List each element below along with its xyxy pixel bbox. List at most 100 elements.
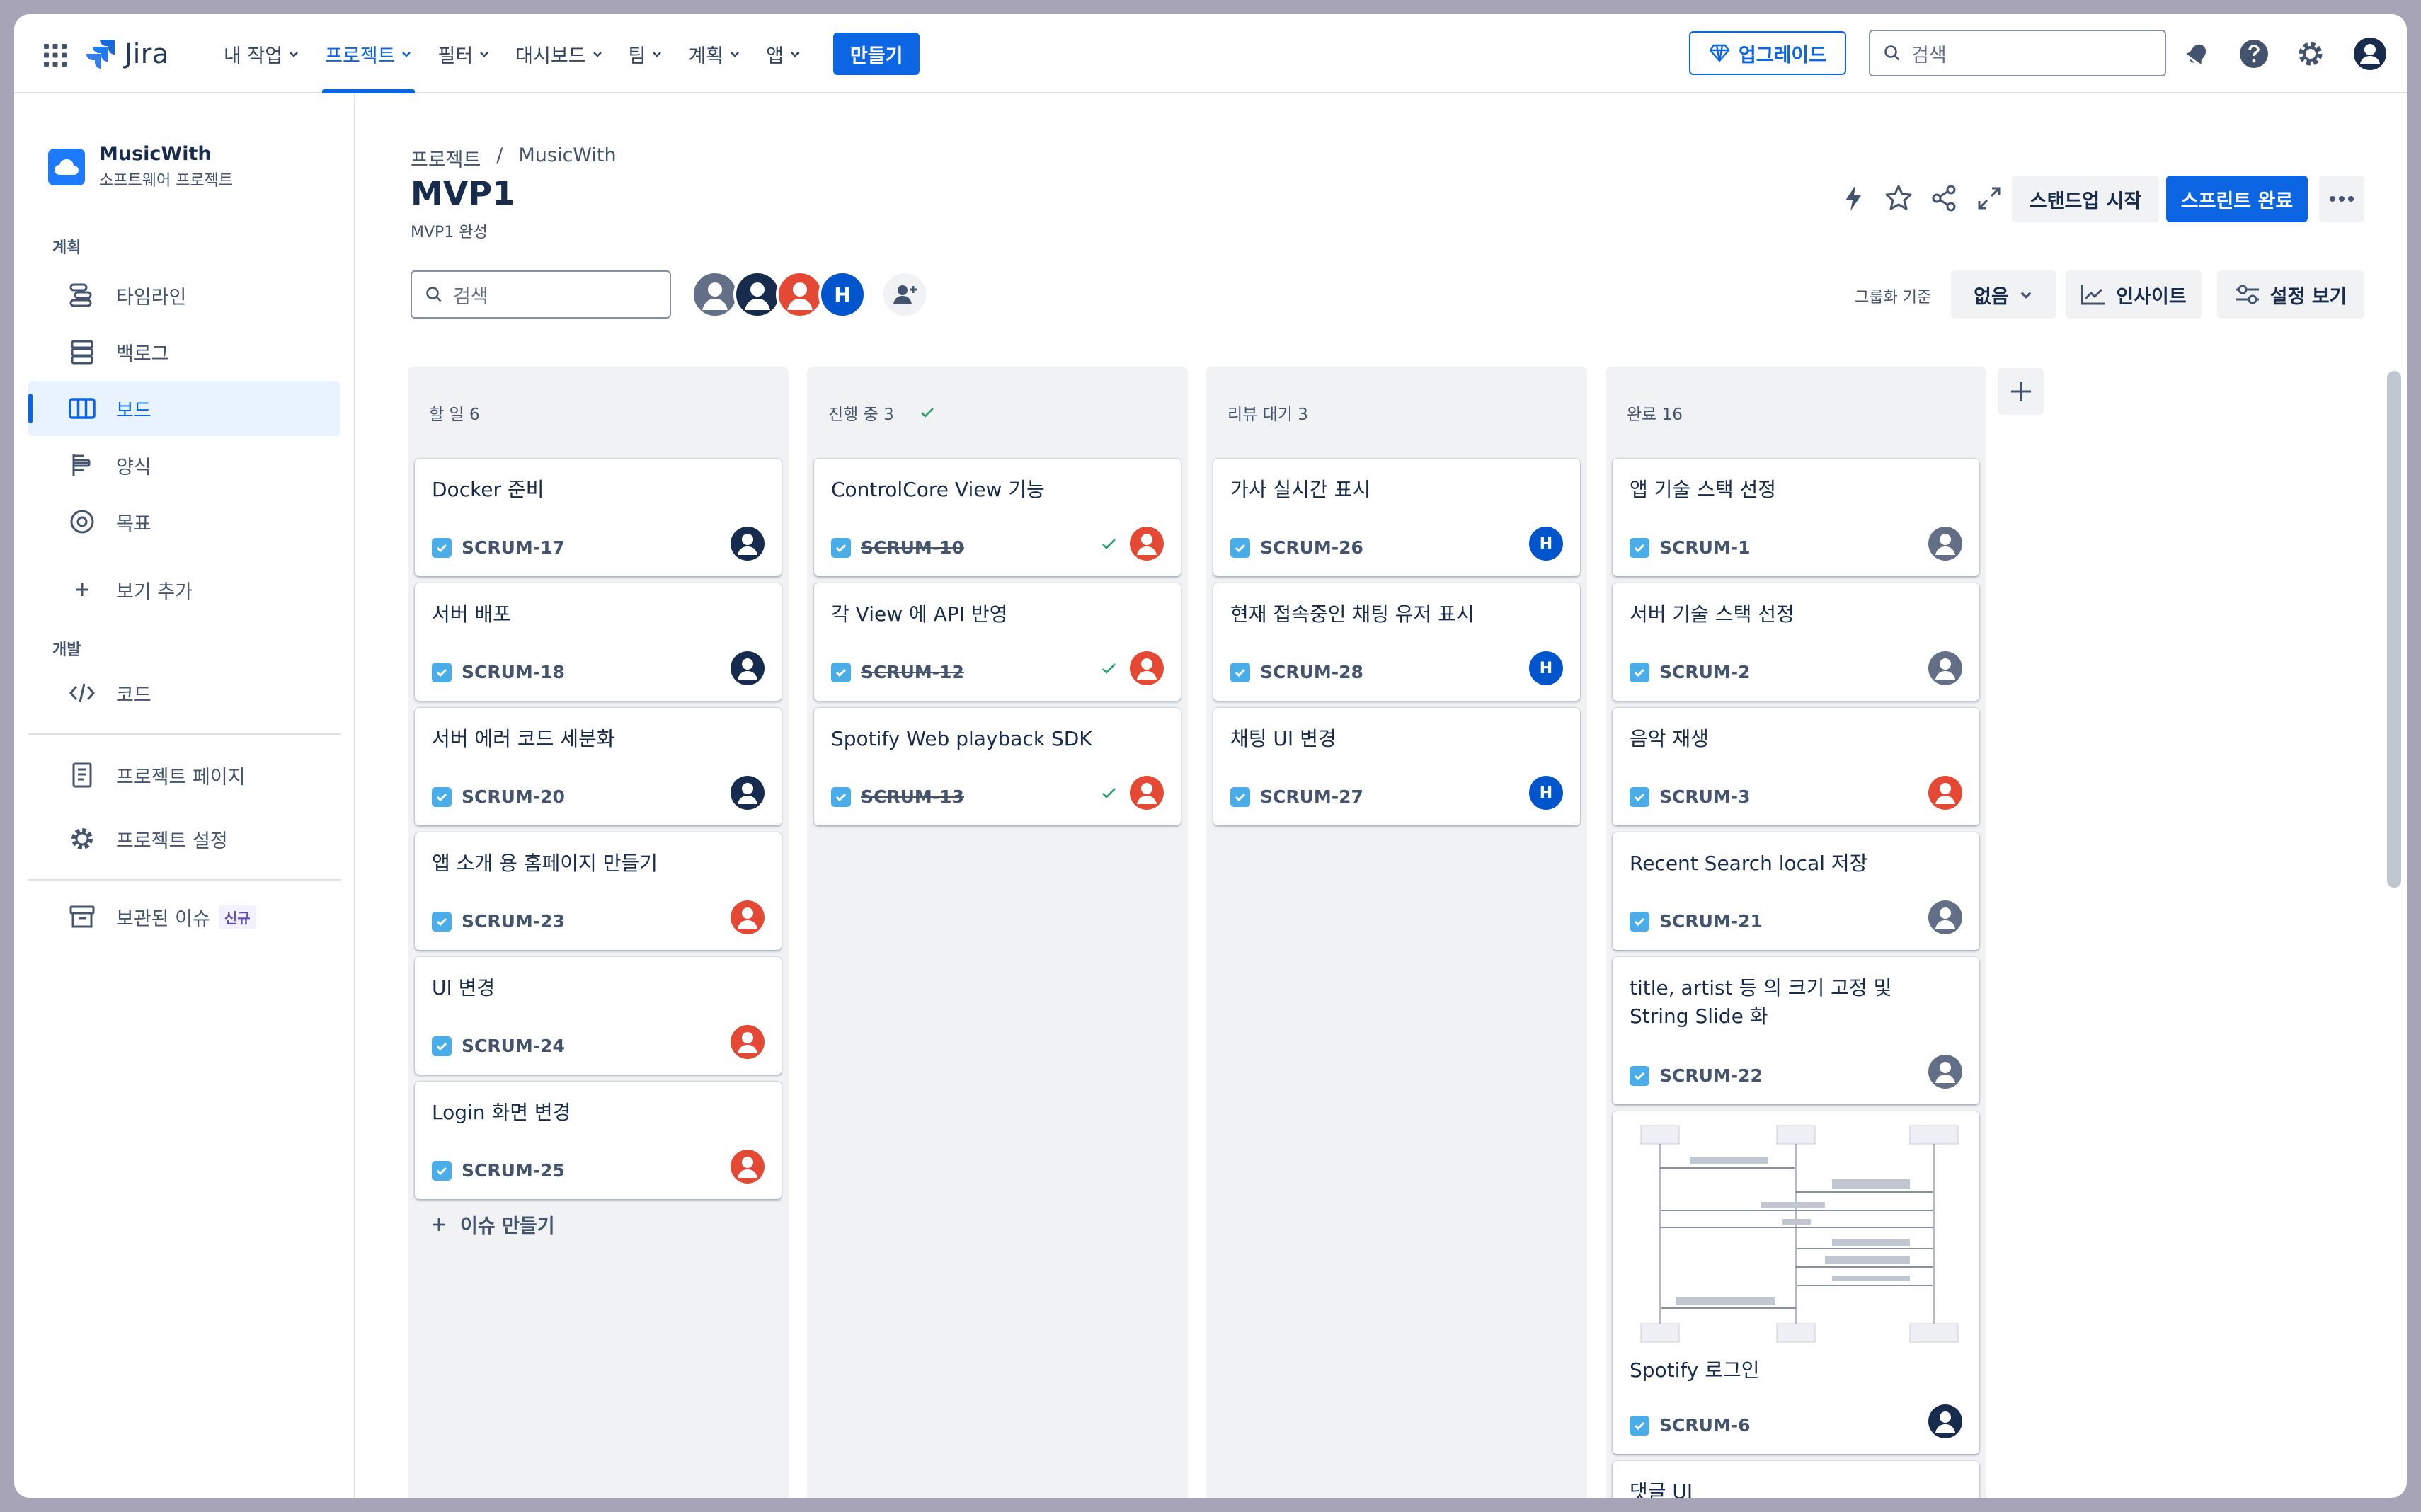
breadcrumb-projects-link[interactable]: 프로젝트 xyxy=(411,144,481,172)
issue-card[interactable]: 서버 에러 코드 세분화 SCRUM-20 xyxy=(415,708,782,825)
assignee-avatar[interactable] xyxy=(1130,776,1164,810)
assignee-avatar[interactable]: H xyxy=(1529,651,1563,685)
menu-my-work[interactable]: 내 작업 xyxy=(211,14,312,93)
avatar-filter-orange[interactable] xyxy=(776,270,824,319)
sidebar-item-code[interactable]: 코드 xyxy=(28,665,340,721)
vertical-scrollbar[interactable] xyxy=(2387,371,2401,888)
issue-key[interactable]: SCRUM-28 xyxy=(1260,662,1363,682)
add-column-button[interactable] xyxy=(1998,368,2044,415)
assignee-avatar[interactable] xyxy=(1928,1055,1962,1089)
assignee-avatar[interactable] xyxy=(731,900,765,934)
issue-card[interactable]: Login 화면 변경 SCRUM-25 xyxy=(415,1082,782,1199)
issue-card[interactable]: ControlCore View 기능 SCRUM-10 xyxy=(814,459,1181,576)
assignee-avatar[interactable] xyxy=(731,527,765,561)
assignee-avatar[interactable] xyxy=(731,651,765,685)
fullscreen-icon[interactable] xyxy=(1974,183,2005,214)
issue-key[interactable]: SCRUM-23 xyxy=(462,911,565,932)
add-view-button[interactable]: 보기 추가 xyxy=(28,562,340,617)
issue-card[interactable]: 가사 실시간 표시 SCRUM-26 H xyxy=(1213,459,1580,576)
start-standup-button[interactable]: 스탠드업 시작 xyxy=(2012,176,2159,222)
menu-projects[interactable]: 프로젝트 xyxy=(312,14,425,93)
group-by-select[interactable]: 없음 xyxy=(1951,270,2056,319)
assignee-avatar[interactable] xyxy=(1928,900,1962,934)
issue-key[interactable]: SCRUM-27 xyxy=(1260,786,1363,807)
sidebar-item-forms[interactable]: 양식 xyxy=(28,437,340,493)
issue-key[interactable]: SCRUM-22 xyxy=(1659,1065,1763,1086)
issue-card[interactable]: 현재 접속중인 채팅 유저 표시 SCRUM-28 H xyxy=(1213,583,1580,701)
assignee-avatar[interactable] xyxy=(1928,1404,1962,1438)
assignee-avatar[interactable] xyxy=(1928,527,1962,561)
issue-card[interactable]: 서버 기술 스택 선정 SCRUM-2 xyxy=(1613,583,1979,701)
issue-card[interactable]: Spotify Web playback SDK SCRUM-13 xyxy=(814,708,1181,825)
global-search-input[interactable]: 검색 xyxy=(1869,30,2166,76)
create-issue-button[interactable]: 이슈 만들기 xyxy=(429,1210,555,1238)
sidebar-item-project-settings[interactable]: 프로젝트 설정 xyxy=(28,811,340,866)
profile-avatar-icon[interactable] xyxy=(2353,37,2387,71)
menu-apps[interactable]: 앱 xyxy=(753,14,813,93)
settings-gear-icon[interactable] xyxy=(2295,38,2326,69)
assignee-avatar[interactable] xyxy=(1928,776,1962,810)
issue-card[interactable]: 댓글 UI xyxy=(1613,1461,1979,1498)
sidebar-item-project-pages[interactable]: 프로젝트 페이지 xyxy=(28,748,340,803)
upgrade-button[interactable]: 업그레이드 xyxy=(1689,31,1846,75)
issue-key[interactable]: SCRUM-21 xyxy=(1659,911,1763,932)
create-button[interactable]: 만들기 xyxy=(832,33,920,75)
assignee-avatar[interactable] xyxy=(1130,651,1164,685)
automation-lightning-icon[interactable] xyxy=(1838,183,1869,214)
assignee-avatar[interactable] xyxy=(731,776,765,810)
more-actions-button[interactable] xyxy=(2319,176,2364,222)
menu-teams[interactable]: 팀 xyxy=(616,14,676,93)
issue-key[interactable]: SCRUM-6 xyxy=(1659,1415,1751,1436)
issue-card[interactable]: Spotify 로그인 SCRUM-6 xyxy=(1613,1111,1979,1454)
issue-card[interactable]: 서버 배포 SCRUM-18 xyxy=(415,583,782,701)
project-header[interactable]: MusicWith 소프트웨어 프로젝트 xyxy=(48,143,233,190)
issue-card[interactable]: 앱 기술 스택 선정 SCRUM-1 xyxy=(1613,459,1979,576)
issue-key[interactable]: SCRUM-24 xyxy=(462,1036,565,1056)
board-search-input[interactable]: 검색 xyxy=(411,270,671,319)
issue-key[interactable]: SCRUM-18 xyxy=(462,662,565,682)
issue-key[interactable]: SCRUM-3 xyxy=(1659,786,1751,807)
help-icon[interactable] xyxy=(2238,38,2270,69)
avatar-filter-gray[interactable] xyxy=(691,270,739,319)
app-switcher-icon[interactable] xyxy=(42,42,68,68)
issue-card[interactable]: Recent Search local 저장 SCRUM-21 xyxy=(1613,832,1979,950)
sidebar-item-archived-issues[interactable]: 보관된 이슈 신규 xyxy=(28,889,340,944)
issue-key[interactable]: SCRUM-17 xyxy=(462,537,565,558)
issue-card[interactable]: title, artist 등 의 크기 고정 및 String Slide 화… xyxy=(1613,957,1979,1104)
complete-sprint-button[interactable]: 스프린트 완료 xyxy=(2166,176,2308,222)
assignee-avatar[interactable]: H xyxy=(1529,527,1563,561)
avatar-filter-h[interactable]: H xyxy=(818,270,866,319)
issue-card[interactable]: UI 변경 SCRUM-24 xyxy=(415,957,782,1075)
issue-card[interactable]: 각 View 에 API 반영 SCRUM-12 xyxy=(814,583,1181,701)
assignee-avatar[interactable] xyxy=(1130,527,1164,561)
issue-key[interactable]: SCRUM-20 xyxy=(462,786,565,807)
breadcrumb-project-link[interactable]: MusicWith xyxy=(518,144,616,172)
star-icon[interactable] xyxy=(1883,183,1914,214)
issue-key[interactable]: SCRUM-10 xyxy=(861,537,964,558)
avatar-filter-dark[interactable] xyxy=(733,270,782,319)
menu-filters[interactable]: 필터 xyxy=(425,14,503,93)
assignee-avatar[interactable]: H xyxy=(1529,776,1563,810)
assignee-avatar[interactable] xyxy=(1928,651,1962,685)
add-people-button[interactable] xyxy=(881,270,929,319)
sidebar-item-goals[interactable]: 목표 xyxy=(28,494,340,549)
assignee-avatar[interactable] xyxy=(731,1025,765,1059)
sidebar-item-timeline[interactable]: 타임라인 xyxy=(28,268,340,323)
share-icon[interactable] xyxy=(1928,183,1959,214)
jira-logo[interactable]: Jira xyxy=(86,37,169,71)
sidebar-item-board[interactable]: 보드 xyxy=(28,381,340,436)
issue-card[interactable]: 채팅 UI 변경 SCRUM-27 H xyxy=(1213,708,1580,825)
issue-card[interactable]: 앱 소개 용 홈페이지 만들기 SCRUM-23 xyxy=(415,832,782,950)
issue-key[interactable]: SCRUM-1 xyxy=(1659,537,1751,558)
notifications-icon[interactable] xyxy=(2182,38,2213,69)
menu-dashboards[interactable]: 대시보드 xyxy=(503,14,615,93)
menu-plans[interactable]: 계획 xyxy=(675,14,753,93)
issue-card[interactable]: 음악 재생 SCRUM-3 xyxy=(1613,708,1979,825)
issue-key[interactable]: SCRUM-26 xyxy=(1260,537,1363,558)
view-settings-button[interactable]: 설정 보기 xyxy=(2217,270,2364,319)
sidebar-item-backlog[interactable]: 백로그 xyxy=(28,324,340,379)
insights-button[interactable]: 인사이트 xyxy=(2066,270,2202,319)
issue-key[interactable]: SCRUM-2 xyxy=(1659,662,1751,682)
issue-key[interactable]: SCRUM-12 xyxy=(861,662,964,682)
issue-key[interactable]: SCRUM-13 xyxy=(861,786,964,807)
